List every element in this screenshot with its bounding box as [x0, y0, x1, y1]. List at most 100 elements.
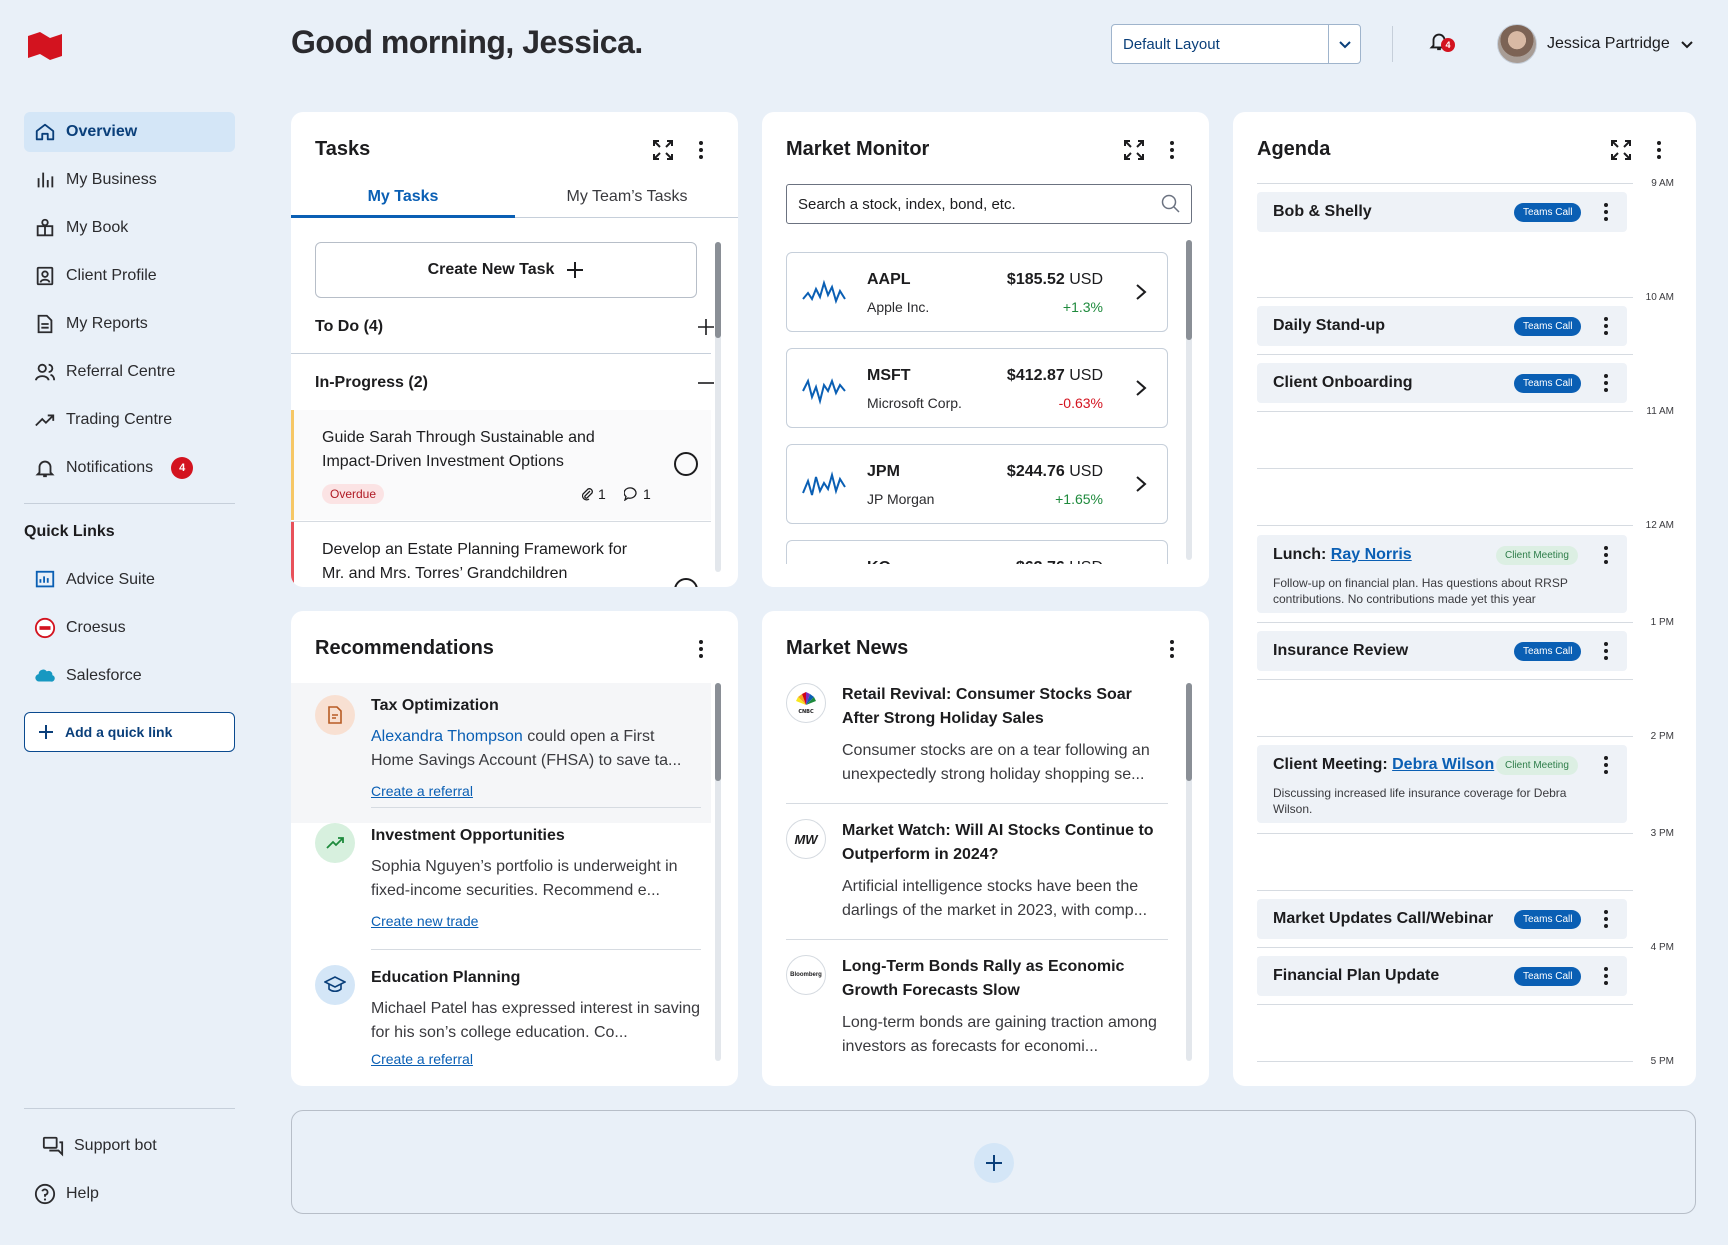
- create-referral-link[interactable]: Create a referral: [371, 783, 473, 799]
- scrollbar-thumb[interactable]: [715, 683, 721, 781]
- chevron-right-icon[interactable]: [1135, 379, 1147, 397]
- agenda-event[interactable]: Client Meeting: Debra Wilson Client Meet…: [1257, 745, 1627, 823]
- tab-my-teams-tasks[interactable]: My Team’s Tasks: [515, 188, 738, 206]
- create-trade-link[interactable]: Create new trade: [371, 913, 478, 929]
- support-bot-link[interactable]: Support bot: [32, 1126, 243, 1166]
- search-icon[interactable]: [1161, 194, 1181, 214]
- create-referral-link[interactable]: Create a referral: [371, 1051, 473, 1067]
- quick-link-advice-suite[interactable]: Advice Suite: [24, 560, 235, 600]
- more-options-icon[interactable]: [1160, 637, 1184, 661]
- comment-icon: [624, 487, 637, 501]
- inprogress-section-header[interactable]: In-Progress (2): [315, 374, 715, 392]
- agenda-event[interactable]: Client Onboarding Teams Call: [1257, 363, 1627, 403]
- sparkline-icon: [802, 471, 846, 496]
- sidebar-item-my-book[interactable]: My Book: [24, 208, 235, 248]
- stock-change: +1.65%: [1055, 491, 1103, 507]
- sidebar-item-overview[interactable]: Overview: [24, 112, 235, 152]
- minus-icon[interactable]: [697, 374, 715, 392]
- client-link[interactable]: Ray Norris: [1331, 546, 1412, 563]
- news-item[interactable]: CNBC Retail Revival: Consumer Stocks Soa…: [786, 683, 1168, 803]
- sidebar-item-label: My Reports: [66, 315, 148, 332]
- expand-icon[interactable]: [651, 138, 675, 162]
- agenda-event[interactable]: Lunch: Ray Norris Client Meeting Follow-…: [1257, 535, 1627, 613]
- expand-icon[interactable]: [1609, 138, 1633, 162]
- more-options-icon[interactable]: [1594, 543, 1618, 567]
- plus-icon[interactable]: [697, 318, 715, 336]
- more-options-icon[interactable]: [1594, 964, 1618, 988]
- more-options-icon[interactable]: [1594, 907, 1618, 931]
- news-item[interactable]: MW Market Watch: Will AI Stocks Continue…: [786, 819, 1168, 939]
- user-menu[interactable]: Jessica Partridge: [1497, 24, 1694, 64]
- market-monitor-card: Market Monitor Search a stock, index, bo…: [762, 112, 1209, 587]
- task-item[interactable]: Develop an Estate Planning Framework for…: [291, 522, 711, 587]
- agenda-event[interactable]: Market Updates Call/Webinar Teams Call: [1257, 899, 1627, 939]
- sidebar-item-label: Referral Centre: [66, 363, 176, 380]
- stock-row[interactable]: AAPL Apple Inc. $185.52 USD +1.3%: [786, 252, 1168, 332]
- agenda-event[interactable]: Daily Stand-up Teams Call: [1257, 306, 1627, 346]
- more-options-icon[interactable]: [1594, 200, 1618, 224]
- quick-link-salesforce[interactable]: Salesforce: [24, 656, 235, 696]
- chevron-right-icon[interactable]: [1135, 283, 1147, 301]
- agenda-event[interactable]: Insurance Review Teams Call: [1257, 631, 1627, 671]
- scrollbar-thumb[interactable]: [1186, 240, 1192, 340]
- more-options-icon[interactable]: [1647, 138, 1671, 162]
- news-item[interactable]: Bloomberg Long-Term Bonds Rally as Econo…: [786, 955, 1168, 1075]
- notification-count-badge: 4: [1441, 38, 1455, 52]
- tab-my-tasks[interactable]: My Tasks: [291, 188, 515, 206]
- sidebar-item-trading-centre[interactable]: Trading Centre: [24, 400, 235, 440]
- add-widget-area[interactable]: [291, 1110, 1696, 1214]
- layout-select[interactable]: Default Layout: [1111, 24, 1361, 64]
- stock-ticker: JPM: [867, 463, 900, 480]
- task-item[interactable]: Guide Sarah Through Sustainable and Impa…: [291, 410, 711, 520]
- more-options-icon[interactable]: [1594, 314, 1618, 338]
- sidebar-item-referral-centre[interactable]: Referral Centre: [24, 352, 235, 392]
- event-tag-badge: Teams Call: [1514, 967, 1582, 986]
- more-options-icon[interactable]: [689, 138, 713, 162]
- sidebar-item-label: My Business: [66, 171, 157, 188]
- more-options-icon[interactable]: [1594, 371, 1618, 395]
- attachment-count: 1: [580, 486, 606, 502]
- recommendation-item[interactable]: Investment Opportunities Sophia Nguyen’s…: [291, 823, 711, 963]
- expand-icon[interactable]: [1122, 138, 1146, 162]
- todo-label: To Do (4): [315, 318, 384, 335]
- more-options-icon[interactable]: [1594, 639, 1618, 663]
- agenda-hour-line: [1257, 183, 1633, 184]
- task-complete-checkbox[interactable]: [674, 452, 698, 476]
- stock-company: Apple Inc.: [867, 299, 930, 315]
- add-quick-link-button[interactable]: Add a quick link: [24, 712, 235, 752]
- create-new-task-button[interactable]: Create New Task: [315, 242, 697, 298]
- add-quick-link-label: Add a quick link: [65, 724, 173, 740]
- quick-link-croesus[interactable]: Croesus: [24, 608, 235, 648]
- scrollbar-thumb[interactable]: [715, 242, 721, 338]
- layout-select-value: Default Layout: [1123, 35, 1220, 53]
- sidebar-item-client-profile[interactable]: Client Profile: [24, 256, 235, 296]
- help-link[interactable]: Help: [24, 1174, 235, 1214]
- agenda-event[interactable]: Financial Plan Update Teams Call: [1257, 956, 1627, 996]
- client-link[interactable]: Debra Wilson: [1392, 756, 1494, 773]
- sidebar-item-notifications[interactable]: Notifications 4: [24, 448, 235, 488]
- sidebar-item-my-business[interactable]: My Business: [24, 160, 235, 200]
- client-link[interactable]: Alexandra Thompson: [371, 728, 523, 745]
- chevron-right-icon[interactable]: [1135, 475, 1147, 493]
- scrollbar-thumb[interactable]: [1186, 683, 1192, 781]
- sidebar-item-label: Notifications: [66, 459, 154, 476]
- agenda-event[interactable]: Bob & Shelly Teams Call: [1257, 192, 1627, 232]
- stock-row[interactable]: JPM JP Morgan $244.76 USD +1.65%: [786, 444, 1168, 524]
- more-options-icon[interactable]: [1160, 138, 1184, 162]
- stock-search-input[interactable]: Search a stock, index, bond, etc.: [786, 184, 1192, 224]
- more-options-icon[interactable]: [1594, 753, 1618, 777]
- recommendation-item[interactable]: Education Planning Michael Patel has exp…: [291, 965, 711, 1086]
- stock-row[interactable]: MSFT Microsoft Corp. $412.87 USD -0.63%: [786, 348, 1168, 428]
- more-options-icon[interactable]: [689, 637, 713, 661]
- todo-section-header[interactable]: To Do (4): [315, 318, 715, 336]
- agenda-time-label: 10 AM: [1645, 292, 1674, 303]
- notifications-bell-button[interactable]: 4: [1428, 30, 1458, 58]
- sidebar-item-my-reports[interactable]: My Reports: [24, 304, 235, 344]
- news-headline: Retail Revival: Consumer Stocks Soar Aft…: [842, 686, 1132, 727]
- event-title: Market Updates Call/Webinar: [1273, 910, 1494, 927]
- recommendation-item[interactable]: Tax Optimization Alexandra Thompson coul…: [291, 683, 711, 823]
- event-description: Follow-up on financial plan. Has questio…: [1273, 576, 1568, 606]
- task-complete-checkbox[interactable]: [674, 578, 698, 587]
- add-widget-button[interactable]: [974, 1143, 1014, 1183]
- chevron-down-icon[interactable]: [1328, 25, 1360, 63]
